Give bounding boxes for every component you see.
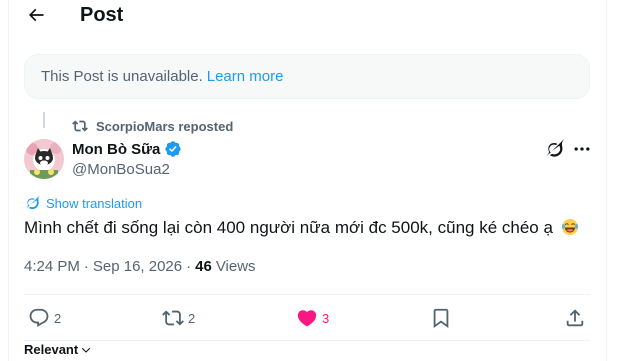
author-handle[interactable]: @MonBoSua2 (72, 161, 170, 178)
unavailable-notice: This Post is unavailable. Learn more (24, 54, 590, 99)
like-count: 3 (322, 310, 330, 326)
show-translation-label: Show translation (46, 195, 143, 211)
repost-count: 2 (188, 310, 196, 326)
more-options-icon[interactable] (572, 139, 592, 159)
thread-connector (43, 112, 45, 128)
bookmark-icon (430, 307, 452, 329)
post-date[interactable]: Sep 16, 2026 (93, 258, 182, 275)
author-name[interactable]: Mon Bò Sữa (72, 140, 182, 158)
reply-icon (28, 307, 50, 329)
heart-filled-icon (296, 307, 318, 329)
translate-icon (24, 195, 40, 211)
avatar[interactable] (24, 139, 64, 179)
reply-button[interactable]: 2 (28, 307, 61, 329)
learn-more-link[interactable]: Learn more (207, 68, 284, 85)
repost-indicator[interactable]: ScorpioMars reposted (72, 117, 233, 135)
replies-sort-dropdown[interactable]: Relevant (24, 342, 92, 357)
author-name-text: Mon Bò Sữa (72, 140, 161, 158)
divider (24, 294, 590, 295)
show-translation-button[interactable]: Show translation (24, 195, 142, 211)
replies-sort-label: Relevant (24, 342, 79, 357)
like-button[interactable]: 3 (296, 307, 329, 329)
repost-button[interactable]: 2 (162, 307, 195, 329)
page-header: Post (8, 0, 606, 34)
arrow-left-icon (28, 8, 44, 22)
repost-action-icon (162, 307, 184, 329)
repost-icon (72, 118, 88, 134)
post-body: Mình chết đi sống lại còn 400 người nữa … (24, 218, 579, 238)
laughing-tears-emoji-icon (561, 218, 579, 236)
bookmark-button[interactable] (430, 307, 456, 329)
views-count: 46 (195, 258, 212, 275)
meta-separator-2: · (186, 258, 192, 275)
back-button[interactable] (24, 3, 48, 27)
share-icon (564, 307, 586, 329)
column-border-left (8, 0, 9, 361)
repost-text: ScorpioMars reposted (96, 118, 234, 134)
column-border-right (606, 0, 607, 361)
divider-bottom (24, 340, 590, 341)
meta-separator: · (83, 258, 89, 275)
grok-icon[interactable] (544, 138, 565, 159)
page-title: Post (80, 4, 124, 26)
verified-badge-icon (164, 140, 182, 158)
post-text: Mình chết đi sống lại còn 400 người nữa … (24, 218, 553, 237)
reply-count: 2 (54, 310, 62, 326)
share-button[interactable] (564, 307, 590, 329)
post-meta: 4:24 PM · Sep 16, 2026 · 46 Views (24, 258, 256, 275)
post-page: Post This Post is unavailable. Learn mor… (0, 0, 630, 361)
chevron-down-icon (80, 344, 92, 356)
views-label: Views (215, 258, 256, 275)
notice-text: This Post is unavailable. (41, 68, 203, 85)
post-time[interactable]: 4:24 PM (24, 258, 80, 275)
